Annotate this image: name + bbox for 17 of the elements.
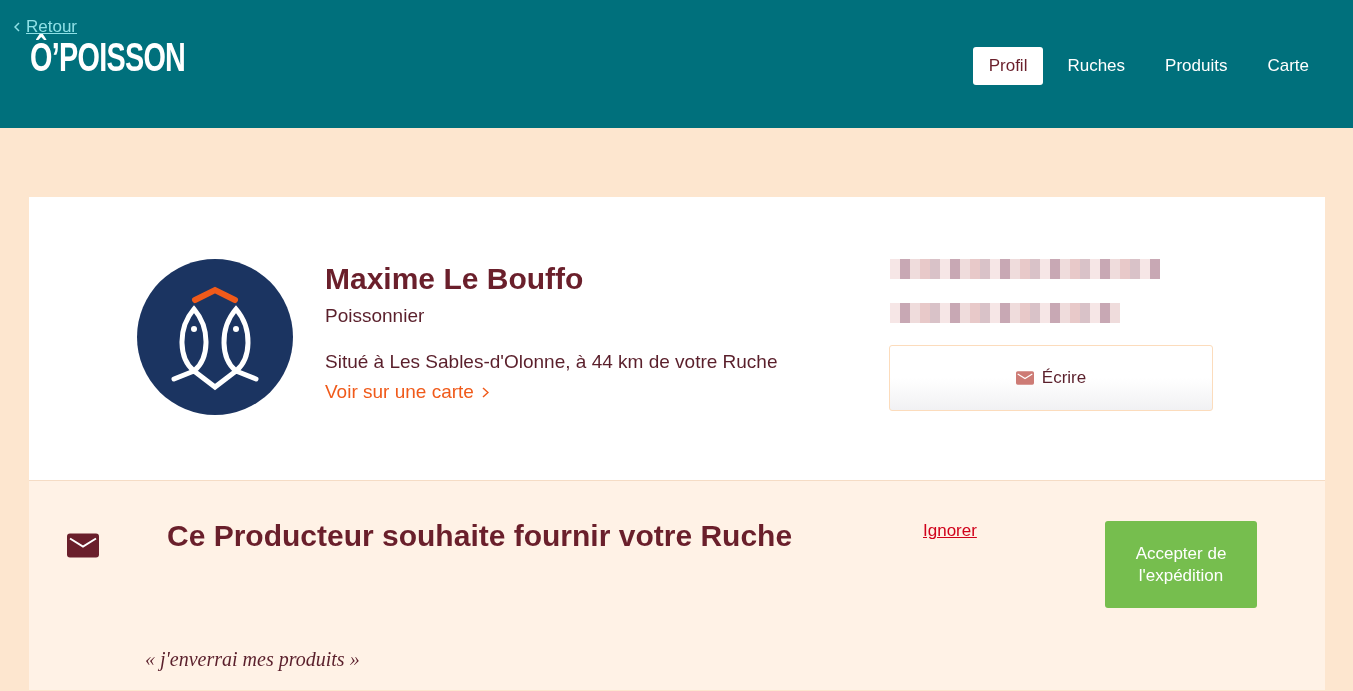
producer-role: Poissonnier: [325, 305, 426, 327]
nav-tab[interactable]: Profil: [972, 47, 1044, 85]
chevron-left-icon: [14, 22, 20, 32]
nav-tab[interactable]: Ruches: [1051, 47, 1142, 85]
producer-name: Maxime Le Bouffo: [325, 262, 585, 296]
nav-tab[interactable]: Carte: [1251, 47, 1325, 85]
write-button[interactable]: Écrire: [889, 345, 1213, 411]
chevron-right-icon: [481, 386, 489, 398]
location-text: Situé à Les Sables-d'Olonne, à 44 km de votre Ruche: [325, 351, 779, 373]
map-link[interactable]: Voir sur une carte: [325, 381, 489, 403]
producer-quote: « j'enverrai mes produits »: [145, 647, 361, 673]
logo: Ô’POISSON: [30, 35, 186, 79]
envelope-icon: [1015, 371, 1034, 385]
invitation-title: Ce Producteur souhaite fournir votre Ruche: [167, 519, 794, 553]
envelope-icon: [67, 533, 99, 558]
ignore-link[interactable]: Ignorer: [923, 521, 977, 540]
nav-tab[interactable]: Produits: [1149, 47, 1244, 85]
